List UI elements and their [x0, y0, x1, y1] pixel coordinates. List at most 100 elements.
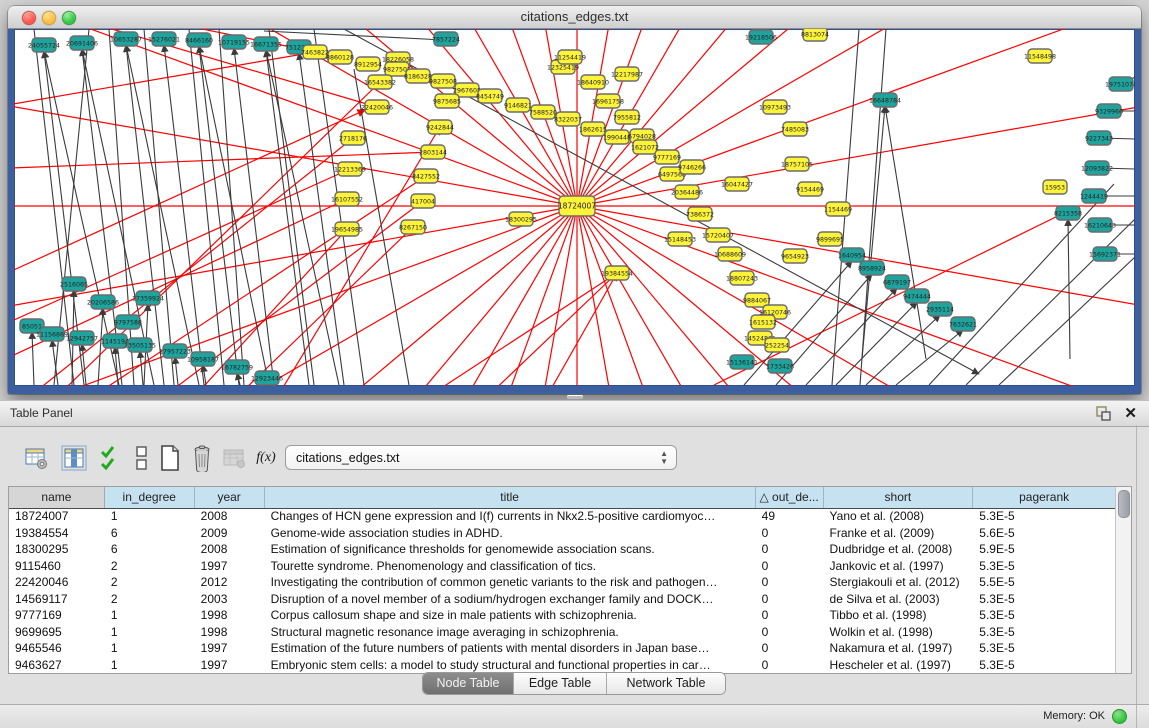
graph-node[interactable]: 1615132 — [749, 315, 777, 329]
graph-node[interactable]: 11156869 — [36, 327, 68, 341]
graph-node[interactable]: 10688609 — [714, 247, 746, 261]
tab-node-table[interactable]: Node Table — [423, 673, 514, 694]
graph-node[interactable]: 2935114 — [926, 302, 954, 316]
tab-edge-table[interactable]: Edge Table — [514, 673, 607, 694]
graph-node[interactable]: 12942757 — [66, 331, 98, 345]
graph-node[interactable]: 20206586 — [87, 295, 119, 309]
graph-node[interactable]: 15720407 — [702, 228, 734, 242]
graph-node[interactable]: 15276021 — [148, 32, 180, 46]
memory-status-indicator[interactable] — [1112, 709, 1127, 724]
graph-node[interactable]: 17359924 — [132, 291, 164, 305]
column-header-short[interactable]: short — [824, 487, 974, 508]
graph-node[interactable]: 15148453 — [664, 232, 696, 246]
graph-node[interactable]: 19384554 — [601, 266, 633, 280]
graph-node[interactable]: 10958187 — [187, 352, 219, 366]
graph-node[interactable]: 8860128 — [326, 50, 354, 64]
graph-node[interactable]: 18757105 — [781, 157, 813, 171]
graph-node[interactable]: 16648784 — [869, 93, 901, 107]
table-row[interactable]: 1456911722003Disruption of a novel membe… — [9, 591, 1116, 608]
graph-node[interactable]: 12923446 — [251, 371, 283, 385]
graph-node[interactable]: 8958924 — [858, 261, 886, 275]
graph-node[interactable]: 12093822 — [1081, 161, 1113, 175]
graph-node[interactable]: 8267150 — [399, 220, 427, 234]
table-row[interactable]: 2242004622012Investigating the contribut… — [9, 574, 1116, 591]
graph-node[interactable]: 8427552 — [412, 169, 440, 183]
graph-node[interactable]: 9154469 — [796, 182, 824, 196]
graph-node[interactable]: 8912954 — [354, 57, 382, 71]
graph-node[interactable]: 9875685 — [433, 94, 461, 108]
close-panel-icon[interactable]: ✕ — [1124, 404, 1137, 422]
graph-node[interactable]: 16782759 — [221, 360, 253, 374]
graph-node[interactable]: 12217987 — [611, 67, 643, 81]
graph-node[interactable]: 15953 — [1043, 180, 1067, 194]
graph-node[interactable]: 13505135 — [124, 338, 156, 352]
graph-node[interactable]: 9227343 — [1085, 131, 1113, 145]
graph-node[interactable]: 16047427 — [721, 177, 753, 191]
graph-node[interactable]: 1244419 — [1080, 189, 1108, 203]
graph-node[interactable]: 18807243 — [726, 271, 758, 285]
graph-node[interactable]: 7588520 — [529, 105, 557, 119]
graph-node[interactable]: 9242844 — [426, 120, 454, 134]
graph-node[interactable]: 7632621 — [949, 317, 977, 331]
graph-node[interactable]: 10653287 — [110, 32, 142, 46]
graph-node[interactable]: 6879197 — [883, 275, 911, 289]
column-header-pagerank[interactable]: pagerank — [973, 487, 1116, 508]
graph-node[interactable]: 9474444 — [903, 289, 931, 303]
graph-node[interactable]: 9654923 — [781, 249, 809, 263]
graph-node[interactable]: 10973493 — [759, 100, 791, 114]
table-row[interactable]: 1938455462009Genome-wide association stu… — [9, 525, 1116, 542]
window-titlebar[interactable]: citations_edges.txt — [8, 6, 1141, 29]
graph-node[interactable]: 15136141 — [726, 355, 758, 369]
graph-node[interactable]: 8466160 — [185, 33, 213, 47]
table-row[interactable]: 946362711997Embryonic stem cells: a mode… — [9, 657, 1116, 674]
graph-node[interactable]: 9827508 — [429, 74, 457, 88]
graph-node[interactable]: 1640954 — [838, 248, 866, 262]
clear-selection-icon[interactable] — [128, 444, 156, 472]
graph-node[interactable]: 1990448 — [603, 130, 631, 144]
column-header-title[interactable]: title — [265, 487, 756, 508]
graph-node[interactable]: 18724007 — [558, 196, 596, 216]
graph-node[interactable]: 7386372 — [686, 207, 714, 221]
graph-node[interactable]: 8813074 — [801, 29, 829, 41]
select-all-icon[interactable] — [96, 444, 124, 472]
column-header-in_degree[interactable]: in_degree — [105, 487, 195, 508]
scrollbar-thumb[interactable] — [1118, 490, 1130, 518]
graph-node[interactable]: 19654985 — [331, 222, 363, 236]
graph-node[interactable]: 7955812 — [613, 110, 641, 124]
graph-node[interactable]: 18300295 — [505, 212, 537, 226]
graph-node[interactable]: 15692371 — [1089, 247, 1121, 261]
graph-node[interactable]: 7485083 — [781, 122, 809, 136]
graph-node[interactable]: 12213369 — [334, 162, 366, 176]
column-header-name[interactable]: name — [9, 487, 105, 508]
graph-node[interactable]: 20364486 — [671, 185, 703, 199]
graph-node[interactable]: 7857224 — [432, 32, 460, 46]
graph-node[interactable]: 11548498 — [1024, 49, 1056, 63]
column-header-year[interactable]: year — [195, 487, 265, 508]
graph-node[interactable]: 8322037 — [554, 112, 582, 126]
graph-node[interactable]: 2718176 — [339, 131, 367, 145]
graph-node[interactable]: 22420046 — [361, 100, 393, 114]
graph-node[interactable]: 9777169 — [653, 150, 681, 164]
graph-node[interactable]: 18640910 — [577, 75, 609, 89]
graph-node[interactable]: 16961758 — [592, 94, 624, 108]
table-row[interactable]: 946554611997Estimation of the future num… — [9, 640, 1116, 657]
graph-node[interactable]: 16671355 — [250, 37, 282, 51]
graph-node[interactable]: 16210643 — [1084, 218, 1116, 232]
table-selector-dropdown[interactable]: citations_edges.txt▲▼ — [285, 445, 677, 470]
column-header-out_degree[interactable]: △ out_de... — [756, 487, 824, 508]
graph-node[interactable]: 1154469 — [824, 202, 852, 216]
table-row[interactable]: 977716911998Corpus callosum shape and si… — [9, 607, 1116, 624]
graph-node[interactable]: 7463822 — [301, 45, 329, 59]
graph-node[interactable]: 16107552 — [331, 192, 363, 206]
graph-node[interactable]: 9899695 — [816, 232, 844, 246]
graph-node[interactable]: 19218506 — [745, 30, 777, 44]
graph-node[interactable]: 2803144 — [419, 145, 447, 159]
float-panel-icon[interactable] — [1096, 406, 1111, 421]
graph-node[interactable]: 10719155 — [218, 35, 250, 49]
table-row[interactable]: 911546021997Tourette syndrome. Phenomeno… — [9, 558, 1116, 575]
graph-node[interactable]: 8454749 — [476, 89, 504, 103]
graph-node[interactable]: 16543382 — [364, 75, 396, 89]
graph-node[interactable]: 20691406 — [66, 36, 98, 50]
graph-node[interactable]: 8186328 — [404, 69, 432, 83]
graph-node[interactable]: 9746266 — [678, 160, 706, 174]
